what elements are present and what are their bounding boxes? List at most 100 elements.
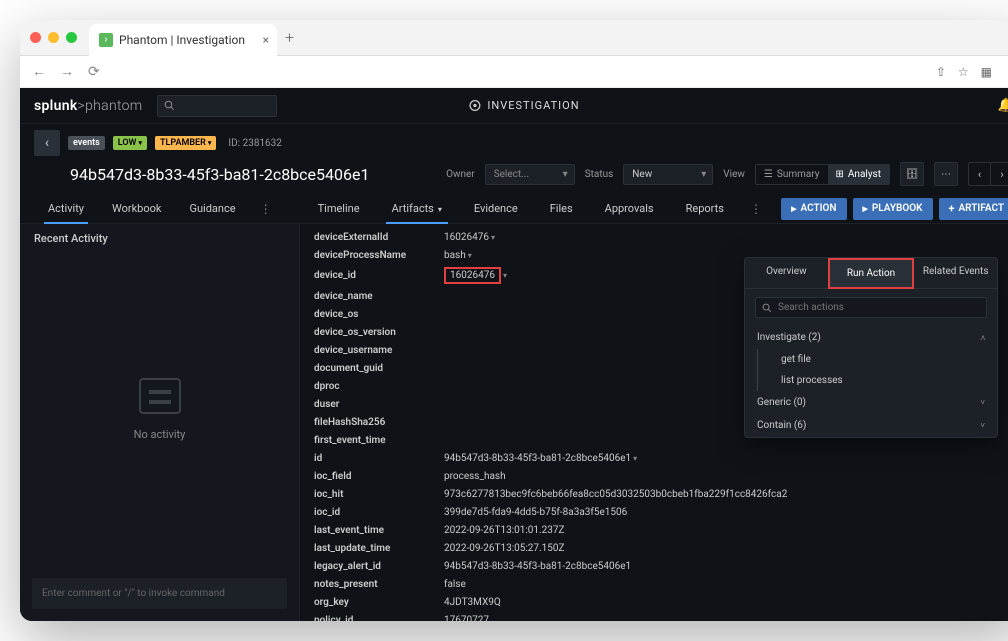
ltabs-more-icon[interactable]: ⋮	[250, 202, 282, 216]
tab-artifacts[interactable]: Artifacts▾	[376, 194, 458, 223]
owner-select[interactable]: Select...	[485, 164, 575, 185]
field-row: notes_presentfalse	[300, 575, 1008, 593]
popup-tab-overview[interactable]: Overview	[745, 258, 828, 289]
popup-section[interactable]: Contain (6)˅	[745, 414, 997, 437]
field-key: device_os_version	[314, 327, 444, 338]
field-value: 2022-09-26T13:01:01.237Z	[444, 525, 1008, 536]
back-icon[interactable]: ←	[32, 63, 46, 80]
field-key: document_guid	[314, 363, 444, 374]
status-select[interactable]: New	[623, 164, 713, 185]
extensions-icon[interactable]: ▦	[981, 65, 992, 79]
severity-pill[interactable]: LOW	[113, 136, 147, 150]
next-button[interactable]: ›	[991, 163, 1008, 185]
minimize-button[interactable]	[48, 32, 59, 43]
field-key: ioc_field	[314, 471, 444, 482]
main-area: Recent Activity No activity Enter commen…	[20, 224, 1008, 621]
field-row: legacy_alert_id94b547d3-8b33-45f3-ba81-2…	[300, 557, 1008, 575]
popup-tab-run-action[interactable]: Run Action	[828, 258, 915, 289]
sidebar: Recent Activity No activity Enter commen…	[20, 224, 300, 621]
brand: splunk>phantom	[34, 98, 143, 114]
close-tab-icon[interactable]: ×	[263, 33, 269, 47]
app-root: splunk>phantom INVESTIGATION 🔔 ‹ events …	[20, 88, 1008, 621]
field-value: 4JDT3MX9Q	[444, 597, 1008, 608]
more-button[interactable]: ⋯	[934, 162, 958, 186]
field-key: device_id	[314, 270, 444, 281]
field-key: device_username	[314, 345, 444, 356]
reload-icon[interactable]: ⟳	[88, 64, 100, 80]
share-icon[interactable]: ⇧	[936, 65, 946, 79]
field-key: notes_present	[314, 579, 444, 590]
field-value[interactable]: 94b547d3-8b33-45f3-ba81-2c8bce5406e1	[444, 453, 1008, 464]
owner-label: Owner	[446, 169, 475, 180]
field-value[interactable]: 16026476	[444, 232, 1008, 243]
events-pill: events	[68, 136, 105, 150]
menu-icon[interactable]: ⋮	[1004, 65, 1008, 79]
field-row: deviceExternalId16026476	[300, 228, 1008, 246]
field-key: org_key	[314, 597, 444, 608]
tab-evidence[interactable]: Evidence	[458, 194, 534, 223]
field-key: last_event_time	[314, 525, 444, 536]
briefcase-button[interactable]: 🗄	[900, 162, 924, 186]
popup-search[interactable]	[755, 297, 987, 318]
star-icon[interactable]: ☆	[958, 65, 969, 79]
field-value: false	[444, 579, 1008, 590]
tab-reports[interactable]: Reports	[670, 194, 740, 223]
field-row: last_update_time2022-09-26T13:05:27.150Z	[300, 539, 1008, 557]
field-value: 94b547d3-8b33-45f3-ba81-2c8bce5406e1	[444, 561, 1008, 572]
meta-bar: ‹ events LOW TLPAMBER ID: 2381632	[20, 124, 1008, 162]
close-button[interactable]	[30, 32, 41, 43]
tlp-pill[interactable]: TLPAMBER	[155, 136, 216, 150]
bell-icon[interactable]: 🔔	[998, 98, 1008, 113]
view-analyst[interactable]: ⊞ Analyst	[828, 165, 889, 184]
popup-item[interactable]: list processes	[755, 370, 997, 391]
new-tab-button[interactable]: +	[285, 28, 294, 47]
action-button[interactable]: ACTION	[781, 198, 846, 220]
popup-section[interactable]: Generic (0)˅	[745, 391, 997, 414]
search-icon	[762, 303, 772, 313]
popup-tab-related-events[interactable]: Related Events	[914, 258, 997, 289]
field-key: deviceProcessName	[314, 250, 444, 261]
field-value: 2022-09-26T13:05:27.150Z	[444, 543, 1008, 554]
address-bar-row: ← → ⟳ ⇧ ☆ ▦ ⋮	[20, 56, 1008, 88]
artifact-button[interactable]: ARTIFACT	[939, 198, 1008, 220]
maximize-button[interactable]	[66, 32, 77, 43]
global-search[interactable]	[157, 95, 277, 117]
playbook-button[interactable]: PLAYBOOK	[853, 198, 933, 220]
field-key: last_update_time	[314, 543, 444, 554]
tab-approvals[interactable]: Approvals	[589, 194, 670, 223]
browser-tab[interactable]: › Phantom | Investigation ×	[89, 24, 277, 56]
field-row: ioc_id399de7d5-fda9-4dd5-b75f-8a3a3f5e15…	[300, 503, 1008, 521]
field-row: ioc_fieldprocess_hash	[300, 467, 1008, 485]
popup-section[interactable]: Investigate (2)ʌ	[745, 326, 997, 349]
investigation-title: 94b547d3-8b33-45f3-ba81-2c8bce5406e1	[70, 165, 369, 184]
field-key: first_event_time	[314, 435, 444, 446]
field-row: ioc_hit973c6277813bec9fc6beb66fea8cc05d3…	[300, 485, 1008, 503]
page-badge: INVESTIGATION	[468, 99, 579, 112]
field-key: fileHashSha256	[314, 417, 444, 428]
field-row: policy_id17670727	[300, 611, 1008, 621]
popup-search-input[interactable]	[778, 302, 980, 313]
mtabs-more-icon[interactable]: ⋮	[740, 202, 772, 216]
popup-item[interactable]: get file	[755, 349, 997, 370]
chrome-titlebar: › Phantom | Investigation × +	[20, 20, 1008, 56]
view-summary[interactable]: ☰ Summary	[756, 165, 828, 184]
tab-activity[interactable]: Activity	[34, 194, 98, 223]
no-activity-icon	[139, 378, 181, 414]
detail-panel: deviceExternalId16026476 deviceProcessNam…	[300, 224, 1008, 621]
favicon-icon: ›	[99, 33, 113, 47]
prev-button[interactable]: ‹	[969, 163, 991, 185]
tab-title: Phantom | Investigation	[119, 33, 245, 47]
comment-input[interactable]: Enter comment or "/" to invoke command	[32, 578, 287, 609]
tab-files[interactable]: Files	[534, 194, 589, 223]
tab-workbook[interactable]: Workbook	[98, 194, 175, 223]
tab-timeline[interactable]: Timeline	[302, 194, 376, 223]
forward-icon[interactable]: →	[60, 63, 74, 80]
tabs-row: ActivityWorkbookGuidance ⋮ TimelineArtif…	[20, 194, 1008, 224]
tab-guidance[interactable]: Guidance	[175, 194, 249, 223]
back-button[interactable]: ‹	[34, 130, 60, 156]
field-key: dproc	[314, 381, 444, 392]
field-value: process_hash	[444, 471, 1008, 482]
field-key: device_os	[314, 309, 444, 320]
field-key: device_name	[314, 291, 444, 302]
field-key: ioc_id	[314, 507, 444, 518]
